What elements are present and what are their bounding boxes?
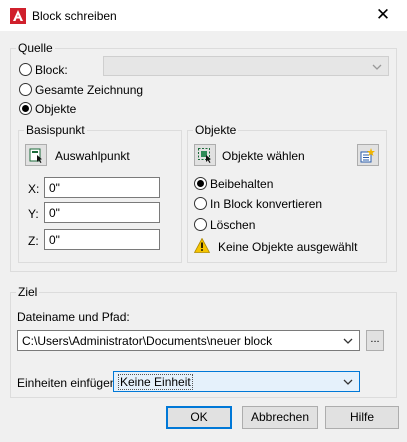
select-objects-button[interactable]	[194, 144, 216, 166]
radio-convert-to-block-label: In Block konvertieren	[210, 197, 323, 211]
warning-icon	[194, 238, 210, 253]
radio-block-label: Block:	[35, 63, 68, 77]
y-coordinate-input[interactable]: 0"	[44, 202, 160, 223]
radio-block[interactable]	[19, 63, 32, 76]
cancel-button[interactable]: Abbrechen	[242, 406, 318, 429]
chevron-down-icon	[343, 379, 353, 385]
window-title: Block schreiben	[32, 9, 117, 23]
select-objects-label: Objekte wählen	[222, 149, 305, 163]
browse-button[interactable]: ...	[366, 330, 384, 351]
ok-button[interactable]: OK	[166, 406, 232, 429]
radio-delete[interactable]	[194, 218, 207, 231]
help-button[interactable]: Hilfe	[325, 406, 399, 429]
radio-whole-drawing-label: Gesamte Zeichnung	[35, 83, 144, 97]
radio-retain[interactable]	[194, 177, 207, 190]
x-coordinate-input[interactable]: 0"	[44, 177, 160, 198]
select-objects-icon	[198, 148, 211, 163]
radio-delete-label: Löschen	[210, 218, 256, 232]
basepoint-group-label: Basispunkt	[24, 123, 87, 137]
z-label: Z:	[28, 234, 39, 248]
objects-group-label: Objekte	[193, 123, 239, 137]
radio-retain-label: Beibehalten	[210, 177, 274, 191]
radio-objects-label: Objekte	[35, 102, 77, 116]
chevron-down-icon	[372, 64, 382, 70]
x-label: X:	[28, 182, 40, 196]
file-path-combo[interactable]: C:\Users\Administrator\Documents\neuer b…	[17, 330, 360, 351]
insert-units-value: Keine Einheit	[118, 374, 193, 390]
units-label: Einheiten einfügen:	[17, 376, 120, 390]
quick-select-button[interactable]	[357, 144, 379, 166]
autocad-app-icon	[10, 8, 26, 24]
close-button[interactable]: ✕	[371, 4, 395, 26]
no-objects-selected-message: Keine Objekte ausgewählt	[218, 240, 358, 254]
destination-group-label: Ziel	[16, 285, 40, 299]
radio-whole-drawing[interactable]	[19, 83, 32, 96]
block-name-combo	[103, 56, 389, 76]
pick-point-icon	[29, 148, 42, 163]
path-label: Dateiname und Pfad:	[17, 310, 130, 324]
radio-convert-to-block[interactable]	[194, 197, 207, 210]
pick-point-button[interactable]	[25, 144, 47, 166]
quick-select-icon	[360, 148, 375, 163]
source-group-label: Quelle	[16, 41, 55, 55]
y-label: Y:	[28, 207, 39, 221]
z-coordinate-input[interactable]: 0"	[44, 229, 160, 250]
file-path-value: C:\Users\Administrator\Documents\neuer b…	[22, 334, 273, 348]
pick-point-label: Auswahlpunkt	[55, 149, 130, 163]
chevron-down-icon	[343, 338, 353, 344]
insert-units-combo[interactable]: Keine Einheit	[113, 371, 360, 392]
radio-objects[interactable]	[19, 102, 32, 115]
